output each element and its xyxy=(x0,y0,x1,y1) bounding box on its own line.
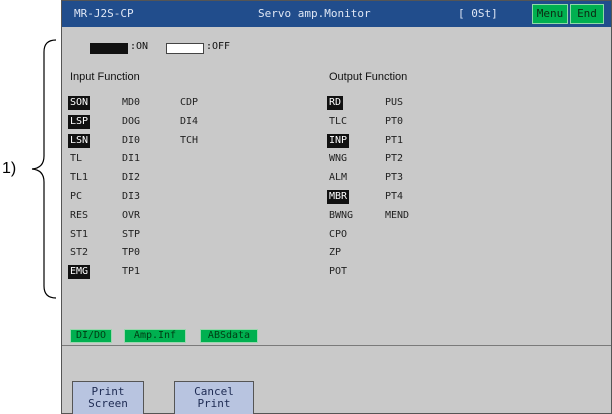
callout-label: 1) xyxy=(2,160,17,177)
menu-button[interactable]: Menu xyxy=(532,4,568,24)
input-signal-di1: DI1 xyxy=(122,153,141,165)
input-signal-emg: EMG xyxy=(68,265,91,280)
input-signal-pc: PC xyxy=(70,191,83,202)
input-signal-tp0: TP0 xyxy=(122,247,141,259)
input-signal-lsp: LSP xyxy=(68,114,91,129)
output-signal-pt2: PT2 xyxy=(385,153,404,165)
output-signal-wng: WNG xyxy=(329,153,348,165)
print-screen-button[interactable]: Print Screen xyxy=(72,381,144,414)
output-signal-pus: PUS xyxy=(385,97,404,108)
input-signal-di4: DI4 xyxy=(180,115,199,127)
output-signal-cpo: CPO xyxy=(329,228,348,240)
input-signal-di0: DI0 xyxy=(122,134,141,146)
output-signal-rd: RD xyxy=(327,96,344,110)
input-signal-st1: ST1 xyxy=(70,228,89,240)
di-do-button[interactable]: DI/DO xyxy=(70,329,112,343)
output-signal-pt3: PT3 xyxy=(385,172,404,184)
input-signal-stp: STP xyxy=(122,228,141,240)
off-legend-text: :OFF xyxy=(206,41,231,52)
input-signal-res: RES xyxy=(70,209,89,221)
input-signal-di3: DI3 xyxy=(122,191,141,202)
output-signal-inp: INP xyxy=(327,133,350,148)
output-signal-bwng: BWNG xyxy=(329,209,354,221)
output-signal-zp: ZP xyxy=(329,247,342,259)
output-signal-pt4: PT4 xyxy=(385,191,404,202)
input-signal-md0: MD0 xyxy=(122,97,141,108)
off-swatch xyxy=(166,43,204,54)
input-signal-tch: TCH xyxy=(180,134,199,146)
divider xyxy=(62,345,611,346)
output-signal-mend: MEND xyxy=(385,209,410,221)
output-signal-tlc: TLC xyxy=(329,115,348,127)
output-function-heading: Output Function xyxy=(329,71,408,83)
input-signal-tp1: TP1 xyxy=(122,266,141,278)
input-signal-ovr: OVR xyxy=(122,209,141,221)
output-signal-mbr: MBR xyxy=(327,190,350,204)
output-signal-pt0: PT0 xyxy=(385,115,404,127)
output-signal-pot: POT xyxy=(329,266,348,278)
title-bar: MR-J2S-CP Servo amp.Monitor [ 0St] Menu … xyxy=(62,1,611,27)
abs-data-button[interactable]: ABSdata xyxy=(200,329,258,343)
output-signal-pt1: PT1 xyxy=(385,134,404,146)
station-number: [ 0St] xyxy=(458,7,498,20)
input-signal-dog: DOG xyxy=(122,115,141,127)
input-signal-tl: TL xyxy=(70,153,83,165)
model-name: MR-J2S-CP xyxy=(74,7,134,20)
on-swatch xyxy=(90,43,128,54)
input-signal-tl1: TL1 xyxy=(70,172,89,184)
callout-brace xyxy=(31,39,57,299)
input-signal-di2: DI2 xyxy=(122,172,141,184)
end-button[interactable]: End xyxy=(570,4,604,24)
input-signal-st2: ST2 xyxy=(70,247,89,259)
servo-monitor-screen: MR-J2S-CP Servo amp.Monitor [ 0St] Menu … xyxy=(61,0,612,414)
output-signal-alm: ALM xyxy=(329,172,348,184)
on-legend-text: :ON xyxy=(130,41,149,52)
input-signal-lsn: LSN xyxy=(68,133,91,148)
input-function-heading: Input Function xyxy=(70,71,140,83)
input-signal-cdp: CDP xyxy=(180,97,199,108)
input-signal-son: SON xyxy=(68,96,91,110)
screen-title: Servo amp.Monitor xyxy=(258,7,371,20)
cancel-print-button[interactable]: Cancel Print xyxy=(174,381,254,414)
amp-inf-button[interactable]: Amp.Inf xyxy=(124,329,186,343)
